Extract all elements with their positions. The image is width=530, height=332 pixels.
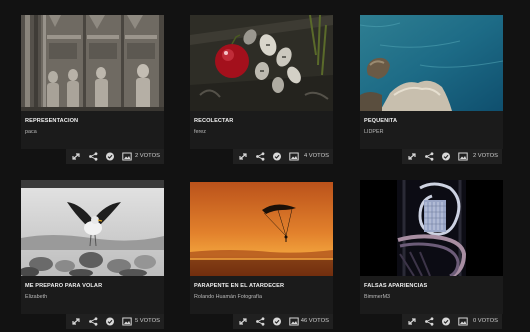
expand-icon[interactable] — [71, 317, 81, 326]
photo-title[interactable]: ME PREPARO PARA VOLAR — [25, 283, 160, 289]
photo-title[interactable]: FALSAS APARIENCIAS — [364, 283, 499, 289]
photo-action-bar: 2 VOTOS — [402, 149, 502, 164]
photo-author[interactable]: paca — [25, 129, 160, 135]
photo-info: PARAPENTE EN EL ATARDECER Rolando Huamán… — [190, 276, 333, 314]
check-circle-icon[interactable] — [441, 152, 451, 161]
paraglider-photo — [190, 180, 333, 276]
photo-action-bar: 0 VOTOS — [402, 314, 502, 329]
expand-icon[interactable] — [238, 152, 248, 161]
vote-count: 5 VOTOS — [134, 318, 160, 324]
check-circle-icon[interactable] — [441, 317, 451, 326]
check-circle-icon[interactable] — [272, 317, 282, 326]
photo-author[interactable]: BimmerM3 — [364, 294, 499, 300]
photo-thumbnail[interactable] — [190, 15, 333, 111]
image-view-icon[interactable] — [458, 152, 468, 161]
image-view-icon[interactable] — [289, 152, 299, 161]
check-circle-icon[interactable] — [272, 152, 282, 161]
berry-photo — [190, 15, 333, 111]
photo-author[interactable]: Rolando Huamán Fotografía — [194, 294, 329, 300]
coast-photo — [360, 15, 503, 111]
share-icon[interactable] — [424, 317, 434, 326]
photo-author[interactable]: LIDPER — [364, 129, 499, 135]
vote-count: 4 VOTOS — [303, 153, 329, 159]
photo-thumbnail[interactable] — [360, 15, 503, 111]
photo-title[interactable]: RECOLECTAR — [194, 118, 329, 124]
seagull-photo — [21, 180, 164, 276]
photo-info: PEQUEÑITA LIDPER — [360, 111, 503, 149]
share-icon[interactable] — [88, 152, 98, 161]
image-view-icon[interactable] — [458, 317, 468, 326]
vote-count: 2 VOTOS — [134, 153, 160, 159]
expand-icon[interactable] — [407, 152, 417, 161]
photo-thumbnail[interactable] — [190, 180, 333, 276]
photo-action-bar: 5 VOTOS — [66, 314, 164, 329]
check-circle-icon[interactable] — [105, 152, 115, 161]
photo-thumbnail[interactable] — [21, 15, 164, 111]
expand-icon[interactable] — [71, 152, 81, 161]
image-view-icon[interactable] — [122, 317, 132, 326]
cathedral-photo — [21, 15, 164, 111]
photo-author[interactable]: ferez — [194, 129, 329, 135]
photo-thumbnail[interactable] — [360, 180, 503, 276]
image-view-icon[interactable] — [289, 317, 299, 326]
photo-title[interactable]: PARAPENTE EN EL ATARDECER — [194, 283, 329, 289]
photo-thumbnail[interactable] — [21, 180, 164, 276]
photo-info: ME PREPARO PARA VOLAR Elizabeth — [21, 276, 164, 314]
expand-icon[interactable] — [407, 317, 417, 326]
photo-info: FALSAS APARIENCIAS BimmerM3 — [360, 276, 503, 314]
photo-info: RECOLECTAR ferez — [190, 111, 333, 149]
photo-action-bar: 2 VOTOS — [66, 149, 164, 164]
vote-count: 46 VOTOS — [300, 318, 329, 324]
photo-action-bar: 4 VOTOS — [233, 149, 333, 164]
photo-title[interactable]: REPRESENTACIÓN — [25, 118, 160, 124]
photo-title[interactable]: PEQUEÑITA — [364, 118, 499, 124]
share-icon[interactable] — [88, 317, 98, 326]
staircase-photo — [360, 180, 503, 276]
share-icon[interactable] — [424, 152, 434, 161]
check-circle-icon[interactable] — [105, 317, 115, 326]
share-icon[interactable] — [255, 317, 265, 326]
share-icon[interactable] — [255, 152, 265, 161]
vote-count: 0 VOTOS — [472, 318, 498, 324]
photo-author[interactable]: Elizabeth — [25, 294, 160, 300]
photo-action-bar: 46 VOTOS — [233, 314, 333, 329]
image-view-icon[interactable] — [122, 152, 132, 161]
expand-icon[interactable] — [238, 317, 248, 326]
photo-info: REPRESENTACIÓN paca — [21, 111, 164, 149]
vote-count: 2 VOTOS — [472, 153, 498, 159]
